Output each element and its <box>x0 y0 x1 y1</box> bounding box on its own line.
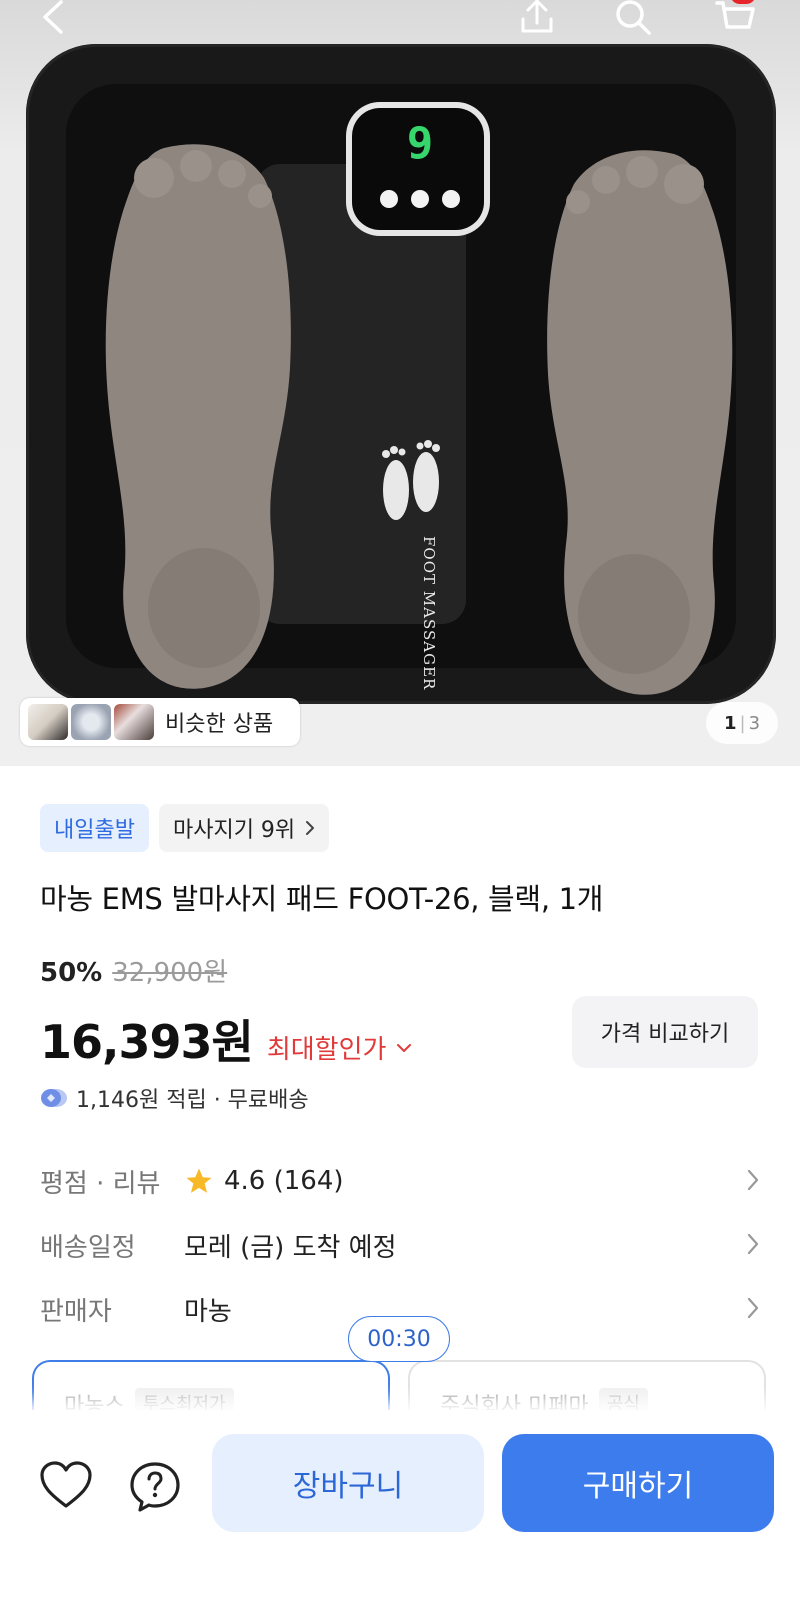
chevron-right-icon <box>747 1233 759 1255</box>
question-icon[interactable] <box>128 1460 182 1514</box>
cart-icon[interactable] <box>712 0 758 40</box>
category-rank-label: 마사지기 9위 <box>172 818 296 843</box>
rating-review-row[interactable]: 평점 · 리뷰 4.6 (164) <box>40 1158 760 1204</box>
star-icon <box>186 1168 212 1193</box>
rating-label: 평점 · 리뷰 <box>40 1168 161 1199</box>
sale-price: 16,393원 <box>40 1015 254 1069</box>
category-rank-tag[interactable]: 마사지기 9위 <box>158 804 330 852</box>
similar-products-button[interactable]: 비슷한 상품 <box>20 698 300 746</box>
similar-products-label: 비슷한 상품 <box>165 712 274 737</box>
add-to-cart-button[interactable]: 장바구니 <box>212 1434 484 1532</box>
control-display: 9 <box>346 102 490 236</box>
shipping-label: 배송일정 <box>40 1232 136 1263</box>
best-price-toggle[interactable]: 최대할인가 <box>267 1029 413 1066</box>
compare-price-button[interactable]: 가격 비교하기 <box>572 996 758 1068</box>
countdown-timer: 00:30 <box>348 1316 450 1362</box>
original-price: 32,900원 <box>112 958 228 988</box>
points-text: 1,146원 적립 · 무료배송 <box>76 1088 309 1113</box>
seller-label: 판매자 <box>40 1296 112 1327</box>
delivery-tag: 내일출발 <box>40 804 149 852</box>
product-photo: 9 FOOT MASSAGER <box>26 44 776 704</box>
pager-total: 3 <box>748 712 761 734</box>
pager-current: 1 <box>723 712 737 734</box>
right-foot-insole <box>547 150 733 695</box>
rating-value: 4.6 (164) <box>224 1166 344 1196</box>
share-icon[interactable] <box>514 0 560 40</box>
control-button <box>411 190 429 208</box>
points-row: 1,146원 적립 · 무료배송 <box>40 1082 309 1114</box>
discount-rate: 50% <box>40 958 103 988</box>
chevron-right-icon <box>747 1169 759 1191</box>
pager-separator: | <box>739 712 746 734</box>
price-row: 16,393원 최대할인가 <box>40 1006 412 1072</box>
discount-row: 50% 32,900원 <box>40 952 227 989</box>
device-brand-text: FOOT MASSAGER <box>420 536 438 691</box>
image-pager: 1 | 3 <box>706 702 778 744</box>
shipping-value: 모레 (금) 도착 예정 <box>184 1232 397 1263</box>
heart-icon[interactable] <box>38 1460 94 1510</box>
similar-thumbnail <box>114 704 154 740</box>
seller-value: 마농 <box>184 1296 232 1327</box>
back-icon[interactable] <box>30 0 76 40</box>
top-nav-bar <box>0 0 800 40</box>
footprint-logo-icon <box>382 440 440 520</box>
similar-thumbnail <box>71 704 111 740</box>
product-title: 마농 EMS 발마사지 패드 FOOT-26, 블랙, 1개 <box>40 882 604 916</box>
buy-now-button[interactable]: 구매하기 <box>502 1434 774 1532</box>
bottom-action-bar: 장바구니 구매하기 <box>0 1410 800 1602</box>
control-button <box>442 190 460 208</box>
left-foot-insole <box>105 144 291 689</box>
best-price-label: 최대할인가 <box>266 1035 387 1065</box>
product-image-gallery[interactable]: 9 FOOT MASSAGER 비슷한 상품 1 | 3 <box>0 0 800 766</box>
search-icon[interactable] <box>610 0 656 40</box>
shipping-schedule-row[interactable]: 배송일정 모레 (금) 도착 예정 <box>40 1222 760 1268</box>
chevron-right-icon <box>747 1297 759 1319</box>
display-digit: 9 <box>406 118 434 169</box>
similar-thumbnail <box>28 704 68 740</box>
control-button <box>380 190 398 208</box>
product-tags: 내일출발 마사지기 9위 <box>40 804 330 852</box>
chevron-right-icon <box>306 821 315 835</box>
points-coin-icon <box>41 1089 67 1107</box>
chevron-down-icon <box>397 1043 412 1052</box>
